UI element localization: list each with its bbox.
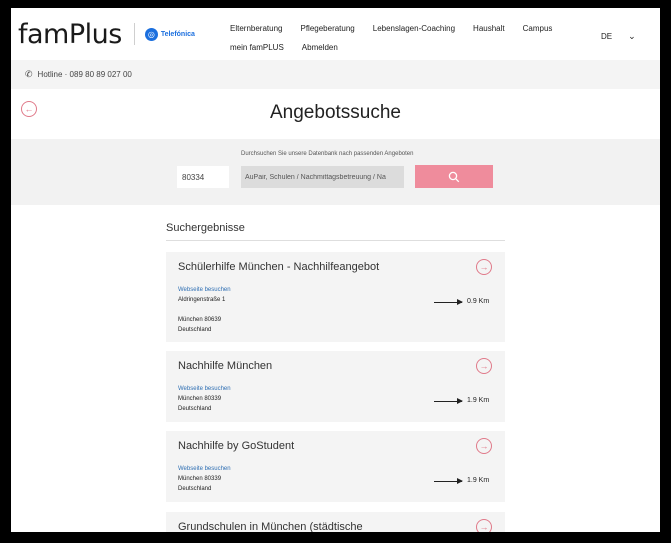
result-card: Grundschulen in München (städtische → (166, 512, 505, 532)
nav-item-haushalt[interactable]: Haushalt (473, 24, 505, 33)
arrow-right-icon: → (479, 262, 489, 272)
result-card: Nachhilfe München → Webseite besuchen Mü… (166, 351, 505, 422)
result-country: Deutschland (178, 406, 212, 412)
distance-arrow-icon (434, 478, 463, 484)
search-button[interactable] (415, 165, 493, 188)
telefonica-icon: ◎ (144, 27, 158, 41)
results-heading: Suchergebnisse (166, 222, 245, 234)
app-frame: famPlus ◎ Telefónica Elternberatung Pfle… (11, 8, 660, 532)
website-link[interactable]: Webseite besuchen (178, 386, 231, 392)
distance-arrow-icon (434, 398, 463, 404)
nav-item-campus[interactable]: Campus (523, 24, 553, 33)
result-title: Nachhilfe München (178, 360, 273, 372)
category-input[interactable] (241, 166, 404, 188)
arrow-right-icon: → (479, 361, 489, 371)
result-card: Schülerhilfe München - Nachhilfeangebot … (166, 252, 505, 342)
logo-divider (133, 23, 135, 45)
result-distance: 1.9 Km (467, 397, 490, 404)
open-result-button[interactable]: → (476, 358, 492, 374)
open-result-button[interactable]: → (476, 519, 492, 532)
zip-input[interactable] (177, 166, 229, 188)
result-distance: 1.9 Km (467, 477, 490, 484)
arrow-right-icon: → (479, 522, 489, 532)
logo[interactable]: famPlus ◎ Telefónica (18, 16, 195, 52)
search-hint: Durchsuchen Sie unsere Datenbank nach pa… (241, 151, 414, 157)
phone-icon: ✆ (25, 69, 33, 79)
nav-item-mein-famplus[interactable]: mein famPLUS (230, 43, 284, 52)
result-city: München 80639 (178, 317, 222, 323)
hotline-text[interactable]: Hotline · 089 80 89 027 00 (38, 70, 132, 79)
result-distance: 0.9 Km (467, 298, 490, 305)
nav-item-pflegeberatung[interactable]: Pflegeberatung (300, 24, 354, 33)
nav-row-secondary: mein famPLUS Abmelden (230, 38, 590, 57)
main-nav: Elternberatung Pflegeberatung Lebenslage… (230, 19, 590, 57)
arrow-right-icon: → (479, 441, 489, 451)
language-selector[interactable]: DE ⌄ (601, 31, 636, 42)
chevron-down-icon: ⌄ (628, 31, 636, 41)
nav-item-abmelden[interactable]: Abmelden (302, 43, 338, 52)
hotline-bar: ✆ Hotline · 089 80 89 027 00 (11, 60, 660, 89)
result-city: München 80339 (178, 476, 222, 482)
language-label: DE (601, 32, 613, 41)
nav-item-lebenslagen-coaching[interactable]: Lebenslagen-Coaching (373, 24, 455, 33)
result-city: München 80339 (178, 396, 222, 402)
result-title: Nachhilfe by GoStudent (178, 440, 295, 452)
open-result-button[interactable]: → (476, 438, 492, 454)
nav-row-primary: Elternberatung Pflegeberatung Lebenslage… (230, 19, 590, 38)
website-link[interactable]: Webseite besuchen (178, 287, 231, 293)
result-title: Schülerhilfe München - Nachhilfeangebot (178, 261, 380, 273)
site-header: famPlus ◎ Telefónica Elternberatung Pfle… (11, 8, 660, 60)
page-title: Angebotssuche (270, 102, 401, 123)
results-divider (166, 240, 505, 241)
result-country: Deutschland (178, 486, 212, 492)
famplus-logo: famPlus (18, 18, 122, 50)
open-result-button[interactable]: → (476, 259, 492, 275)
result-card: Nachhilfe by GoStudent → Webseite besuch… (166, 431, 505, 502)
result-street: Aldringenstraße 1 (178, 297, 226, 303)
nav-item-elternberatung[interactable]: Elternberatung (230, 24, 282, 33)
website-link[interactable]: Webseite besuchen (178, 466, 231, 472)
search-panel: Durchsuchen Sie unsere Datenbank nach pa… (11, 139, 660, 205)
result-country: Deutschland (178, 327, 212, 333)
distance-arrow-icon (434, 299, 463, 305)
partner-logo-text: Telefónica (160, 30, 195, 38)
search-icon (448, 171, 460, 182)
result-title: Grundschulen in München (städtische (178, 521, 363, 532)
